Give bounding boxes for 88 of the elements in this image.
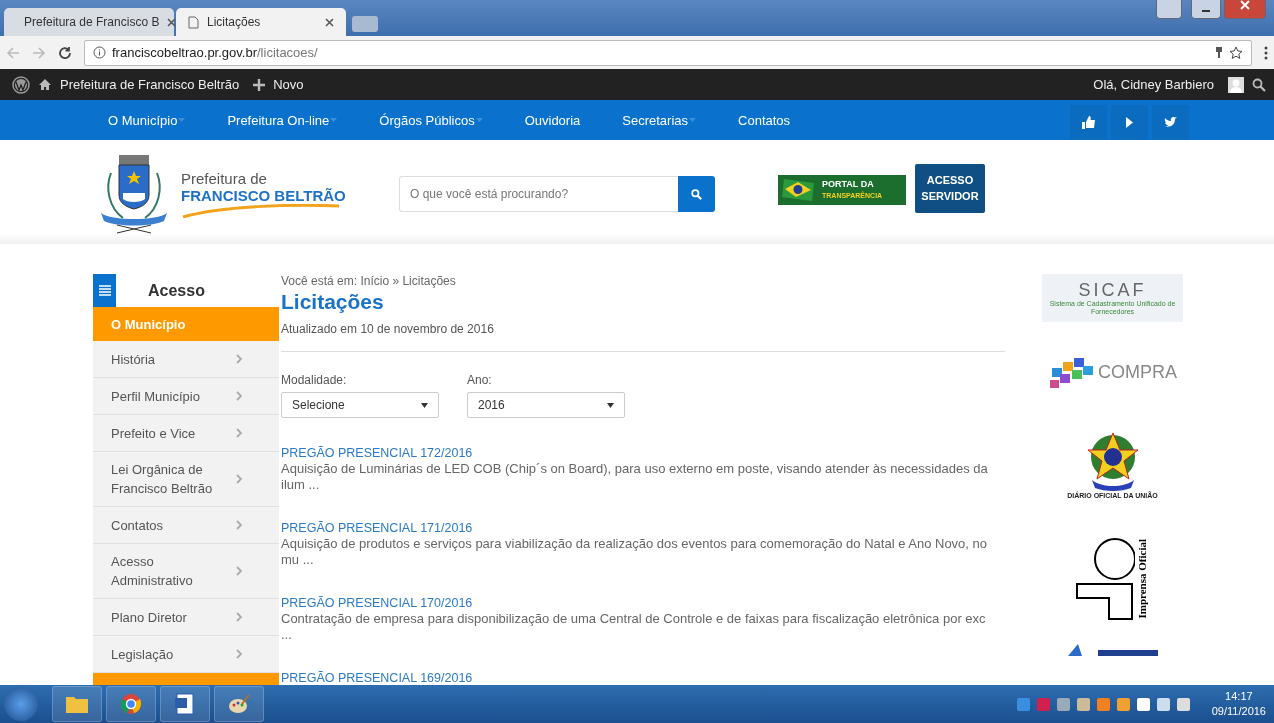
sidebar-item[interactable]: Acesso Administrativo xyxy=(93,544,279,599)
menu-icon xyxy=(98,284,111,297)
flag-icon xyxy=(782,177,816,203)
bid-description: Aquisição de produtos e serviços para viabilização da realização dos eventos para comemoração do Natal e Ano Novo, no mu ... xyxy=(281,536,989,568)
nav-link[interactable]: O Município xyxy=(108,112,186,128)
sidebar-item[interactable]: História xyxy=(93,341,279,378)
sidebar-item[interactable]: Plano Diretor xyxy=(93,599,279,636)
filter-dropdown[interactable]: Selecione xyxy=(281,392,439,418)
user-button[interactable] xyxy=(1156,0,1182,19)
filter-label: Modalidade: xyxy=(281,373,348,387)
sidebar-item[interactable]: Contatos xyxy=(93,507,279,544)
sidebar-item[interactable]: Legislação xyxy=(93,636,279,673)
key-icon[interactable] xyxy=(1215,46,1223,59)
reload-icon[interactable] xyxy=(58,45,72,60)
filter-dropdown[interactable]: 2016 xyxy=(467,392,625,418)
close-window-button[interactable] xyxy=(1224,0,1266,19)
menu-icon[interactable] xyxy=(1264,45,1268,60)
search-icon xyxy=(691,188,702,200)
close-icon[interactable] xyxy=(325,17,334,27)
nav-link[interactable]: Secretarias xyxy=(622,112,697,128)
filter-label: Ano: xyxy=(467,373,493,387)
system-tray-icons[interactable] xyxy=(1016,697,1190,711)
browser-icon[interactable] xyxy=(106,686,156,722)
bid-title-link[interactable]: PREGÃO PRESENCIAL 169/2016 xyxy=(281,671,1005,685)
document-icon[interactable] xyxy=(160,686,210,722)
avatar-icon xyxy=(1228,76,1244,93)
page-title: Licitações xyxy=(281,290,385,314)
brand-subtitle: Prefeitura de xyxy=(181,170,268,187)
star-icon[interactable] xyxy=(1229,45,1243,60)
updated-date: Atualizado em 10 de novembro de 2016 xyxy=(281,322,1005,352)
bid-title-link[interactable]: PREGÃO PRESENCIAL 172/2016 xyxy=(281,446,1005,461)
address-bar[interactable]: franciscobeltrao.pr.gov.br/licitacoes/ xyxy=(84,39,1252,66)
breadcrumb: Você está em: Início » Licitações xyxy=(281,274,457,288)
page-icon xyxy=(188,15,199,29)
minimize-icon xyxy=(1202,10,1210,12)
bird-icon xyxy=(1163,117,1178,128)
close-icon xyxy=(1240,0,1250,10)
search-field[interactable]: O que você está procurando? xyxy=(399,176,678,212)
site-name-link[interactable]: Prefeitura de Francisco Beltrão xyxy=(60,77,240,92)
sicaf-title: SICAF xyxy=(1078,280,1147,300)
nav-link[interactable]: Órgãos Públicos xyxy=(379,112,483,128)
chevron-icon xyxy=(236,354,242,364)
start-button[interactable] xyxy=(4,687,38,721)
bid-description: Contratação de empresa para disponibilização de uma Central de Controle e de faixas para fiscalização eletrônica por exc ... xyxy=(281,611,987,643)
play-button[interactable] xyxy=(1111,105,1148,140)
caret-icon xyxy=(607,402,614,408)
chevron-icon xyxy=(236,391,242,401)
search-icon[interactable] xyxy=(1252,77,1266,92)
search-button[interactable] xyxy=(678,176,715,212)
nav-link[interactable]: Prefeitura On-line xyxy=(227,112,338,128)
chevron-icon xyxy=(236,566,242,576)
bird-button[interactable] xyxy=(1152,105,1189,140)
nav-link[interactable]: Ouvidoria xyxy=(524,112,581,128)
nav-link[interactable]: Contatos xyxy=(738,112,791,128)
caret-icon xyxy=(421,402,428,408)
imprensa-logo-text[interactable]: Imprensa Oficial xyxy=(1136,539,1151,619)
close-icon[interactable] xyxy=(167,17,177,27)
home-icon xyxy=(38,78,52,91)
thumbs-up-icon xyxy=(1081,116,1096,129)
brand-title: FRANCISCO BELTRÃO xyxy=(181,187,347,204)
greeting-link[interactable]: Olá, Cidney Barbiero xyxy=(1093,77,1214,92)
plus-icon xyxy=(253,78,266,91)
menu-button[interactable] xyxy=(93,274,116,307)
palette-icon[interactable] xyxy=(214,686,264,722)
like-button[interactable] xyxy=(1070,105,1107,140)
chevron-icon xyxy=(236,520,242,530)
bid-title-link[interactable]: PREGÃO PRESENCIAL 171/2016 xyxy=(281,521,1005,536)
sidebar-item[interactable]: Lei Orgânica de Francisco Beltrão xyxy=(93,452,279,507)
clock[interactable]: 14:17 09/11/2016 xyxy=(1211,689,1266,719)
folder-icon[interactable] xyxy=(52,686,102,722)
chevron-icon xyxy=(236,649,242,659)
chevron-icon xyxy=(236,612,242,622)
new-link[interactable]: Novo xyxy=(273,77,304,92)
sidebar-title: Acesso xyxy=(148,281,205,300)
chevron-icon xyxy=(236,474,242,484)
bid-description: Aquisição de Luminárias de LED COB (Chip´s on Board), para uso externo em poste, visando atender às necessidades da ilum ... xyxy=(281,461,989,493)
server-access-button[interactable]: ACESSO SERVIDOR xyxy=(915,163,985,213)
info-icon xyxy=(93,46,106,59)
browser-tab[interactable]: Prefeitura de Francisco B xyxy=(4,8,174,36)
play-icon xyxy=(1126,117,1133,128)
minimize-button[interactable] xyxy=(1191,0,1221,19)
sidebar-item[interactable]: Prefeito e Vice xyxy=(93,415,279,452)
bid-title-link[interactable]: PREGÃO PRESENCIAL 170/2016 xyxy=(281,596,1005,611)
chevron-icon xyxy=(236,428,242,438)
compra-logo-text[interactable]: COMPRA xyxy=(1098,361,1177,383)
browser-tab[interactable]: Licitações xyxy=(176,8,346,36)
sidebar-item[interactable]: Perfil Município xyxy=(93,378,279,415)
wordpress-logo-icon[interactable] xyxy=(12,75,30,94)
